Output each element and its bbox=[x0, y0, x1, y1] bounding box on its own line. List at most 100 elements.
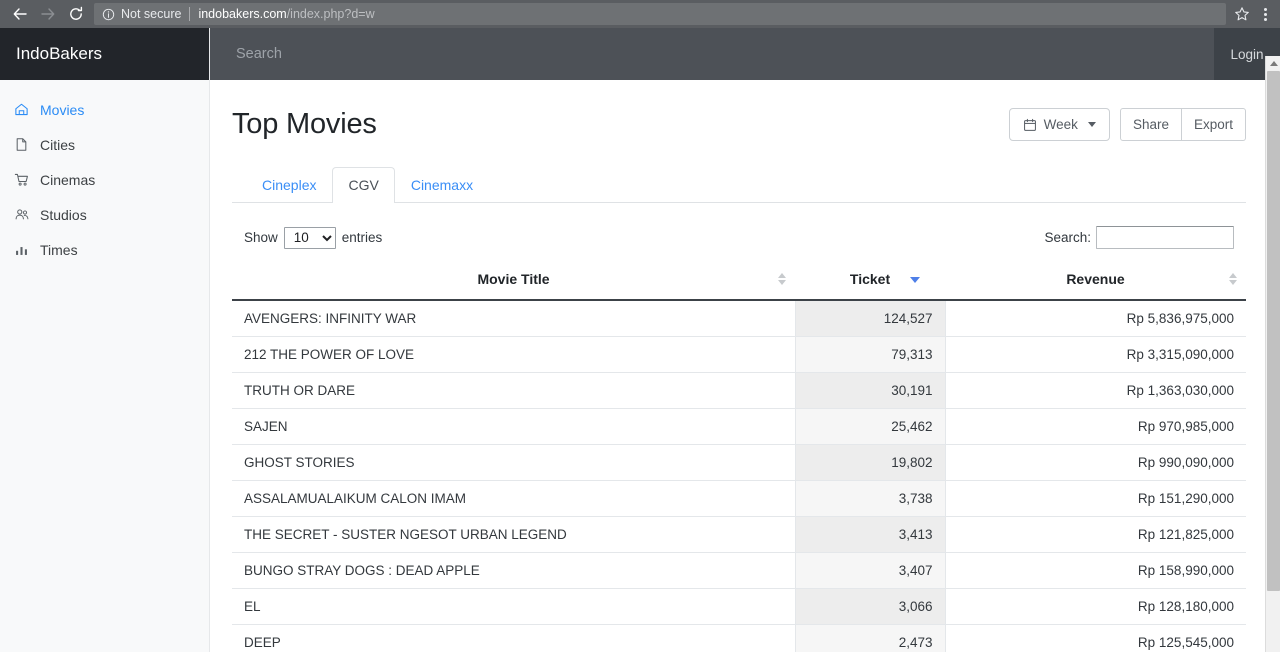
cell-revenue: Rp 3,315,090,000 bbox=[945, 336, 1246, 373]
browser-toolbar: Not secure indobakers.com/index.php?d=w bbox=[0, 0, 1280, 28]
info-circle-icon[interactable] bbox=[102, 8, 115, 21]
page-body: IndoBakers Movies Cities Cinemas Studios… bbox=[0, 28, 1280, 652]
week-range-dropdown[interactable]: Week bbox=[1008, 108, 1110, 141]
main-area: Search Login Top Movies Week Share Expor… bbox=[210, 28, 1280, 652]
caret-up-icon bbox=[1269, 61, 1278, 66]
file-icon bbox=[14, 137, 36, 152]
header-actions: Week Share Export bbox=[1008, 108, 1246, 141]
show-label: Show bbox=[244, 230, 278, 246]
table-row[interactable]: 212 THE POWER OF LOVE 79,313 Rp 3,315,090,… bbox=[232, 336, 1246, 373]
cell-revenue: Rp 128,180,000 bbox=[945, 588, 1246, 625]
back-button[interactable] bbox=[6, 2, 34, 26]
entries-select[interactable]: 10 25 50 100 bbox=[283, 226, 336, 249]
sidebar-item-label: Times bbox=[40, 241, 78, 258]
table-row[interactable]: SAJEN 25,462 Rp 970,985,000 bbox=[232, 408, 1246, 445]
url-text: indobakers.com/index.php?d=w bbox=[198, 7, 374, 21]
table-controls: Show 10 25 50 100 entries Search: bbox=[232, 221, 1246, 255]
star-icon[interactable] bbox=[1234, 6, 1250, 22]
cell-movie-title: DEEP bbox=[232, 624, 796, 652]
arrow-right-icon bbox=[41, 8, 55, 20]
cinema-tabs: Cineplex CGV Cinemaxx bbox=[232, 167, 1246, 203]
calendar-icon bbox=[1023, 118, 1037, 132]
cell-ticket: 3,413 bbox=[795, 516, 946, 553]
menu-dot bbox=[1263, 17, 1267, 21]
cell-ticket: 124,527 bbox=[795, 299, 946, 337]
sidebar: IndoBakers Movies Cities Cinemas Studios… bbox=[0, 28, 210, 652]
entries-label: entries bbox=[341, 230, 383, 246]
sidebar-item-studios[interactable]: Studios bbox=[0, 197, 209, 232]
menu-dot bbox=[1263, 12, 1267, 16]
kebab-menu-icon[interactable] bbox=[1256, 7, 1274, 21]
cell-ticket: 30,191 bbox=[795, 372, 946, 409]
shopping-cart-icon bbox=[14, 172, 36, 187]
share-export-group: Share Export bbox=[1119, 108, 1246, 141]
column-header-movie-title[interactable]: Movie Title bbox=[232, 260, 795, 301]
cell-ticket: 3,407 bbox=[795, 552, 946, 589]
table-row[interactable]: EL 3,066 Rp 128,180,000 bbox=[232, 588, 1246, 625]
table-row[interactable]: BUNGO STRAY DOGS : DEAD APPLE 3,407 Rp 158… bbox=[232, 552, 1246, 589]
cell-movie-title: AVENGERS: INFINITY WAR bbox=[232, 299, 796, 337]
scrollbar-thumb[interactable] bbox=[1267, 71, 1280, 591]
cell-movie-title: 212 THE POWER OF LOVE bbox=[232, 336, 796, 373]
column-label: Revenue bbox=[1066, 270, 1125, 287]
page-scrollbar[interactable] bbox=[1265, 56, 1280, 652]
cell-revenue: Rp 5,836,975,000 bbox=[945, 299, 1246, 337]
global-search-placeholder: Search bbox=[236, 46, 282, 62]
sidebar-item-label: Cities bbox=[40, 136, 76, 153]
sort-descending-icon bbox=[910, 273, 920, 285]
global-search-input[interactable]: Search bbox=[210, 28, 1214, 80]
page-header: Top Movies Week Share Export bbox=[232, 80, 1246, 141]
tab-cinemaxx[interactable]: Cinemaxx bbox=[395, 167, 489, 203]
address-bar-divider bbox=[189, 7, 191, 21]
cell-ticket: 2,473 bbox=[795, 624, 946, 652]
table-row[interactable]: THE SECRET - SUSTER NGESOT URBAN LEGEND 3… bbox=[232, 516, 1246, 553]
cell-movie-title: TRUTH OR DARE bbox=[232, 372, 796, 409]
reload-button[interactable] bbox=[62, 2, 90, 26]
sidebar-item-label: Movies bbox=[40, 101, 85, 118]
users-icon bbox=[14, 207, 36, 222]
brand-logo[interactable]: IndoBakers bbox=[0, 28, 209, 80]
sidebar-item-cinemas[interactable]: Cinemas bbox=[0, 162, 209, 197]
cell-revenue: Rp 970,985,000 bbox=[945, 408, 1246, 445]
table-row[interactable]: AVENGERS: INFINITY WAR 124,527 Rp 5,836,97… bbox=[232, 299, 1246, 337]
column-header-revenue[interactable]: Revenue bbox=[945, 260, 1246, 301]
table-search-label: Search: bbox=[1044, 230, 1091, 246]
column-header-ticket[interactable]: Ticket bbox=[795, 260, 945, 301]
cell-movie-title: SAJEN bbox=[232, 408, 796, 445]
scroll-up-button[interactable] bbox=[1266, 56, 1280, 71]
table-row[interactable]: ASSALAMUALAIKUM CALON IMAM 3,738 Rp 151,29… bbox=[232, 480, 1246, 517]
sidebar-item-cities[interactable]: Cities bbox=[0, 127, 209, 162]
chevron-down-icon bbox=[1087, 122, 1096, 127]
cell-ticket: 79,313 bbox=[795, 336, 946, 373]
share-button[interactable]: Share bbox=[1119, 108, 1182, 141]
arrow-left-icon bbox=[13, 8, 27, 20]
table-row[interactable]: TRUTH OR DARE 30,191 Rp 1,363,030,000 bbox=[232, 372, 1246, 409]
cell-ticket: 25,462 bbox=[795, 408, 946, 445]
table-body: AVENGERS: INFINITY WAR 124,527 Rp 5,836,97… bbox=[232, 299, 1246, 652]
sidebar-nav: Movies Cities Cinemas Studios Times bbox=[0, 80, 209, 267]
table-head: Movie Title Ticket Revenue bbox=[232, 260, 1246, 301]
cell-revenue: Rp 1,363,030,000 bbox=[945, 372, 1246, 409]
cell-movie-title: BUNGO STRAY DOGS : DEAD APPLE bbox=[232, 552, 796, 589]
top-navbar: Search Login bbox=[210, 28, 1280, 80]
column-label: Ticket bbox=[849, 270, 891, 287]
table-row[interactable]: GHOST STORIES 19,802 Rp 990,090,000 bbox=[232, 444, 1246, 481]
cell-revenue: Rp 125,545,000 bbox=[945, 624, 1246, 652]
security-status-text: Not secure bbox=[121, 7, 182, 21]
table-search-input[interactable] bbox=[1096, 226, 1234, 250]
sidebar-item-movies[interactable]: Movies bbox=[0, 92, 209, 127]
cell-movie-title: THE SECRET - SUSTER NGESOT URBAN LEGEND bbox=[232, 516, 796, 553]
cell-ticket: 3,066 bbox=[795, 588, 946, 625]
forward-button[interactable] bbox=[34, 2, 62, 26]
sidebar-item-times[interactable]: Times bbox=[0, 232, 209, 267]
table-row[interactable]: DEEP 2,473 Rp 125,545,000 bbox=[232, 624, 1246, 652]
bar-chart-icon bbox=[14, 242, 36, 257]
address-bar[interactable]: Not secure indobakers.com/index.php?d=w bbox=[94, 3, 1226, 25]
url-host: indobakers.com bbox=[198, 7, 287, 21]
tab-cineplex[interactable]: Cineplex bbox=[246, 167, 332, 203]
cell-movie-title: ASSALAMUALAIKUM CALON IMAM bbox=[232, 480, 796, 517]
cell-revenue: Rp 158,990,000 bbox=[945, 552, 1246, 589]
export-button[interactable]: Export bbox=[1181, 108, 1246, 141]
sidebar-item-label: Studios bbox=[40, 206, 87, 223]
tab-cgv[interactable]: CGV bbox=[332, 167, 395, 203]
